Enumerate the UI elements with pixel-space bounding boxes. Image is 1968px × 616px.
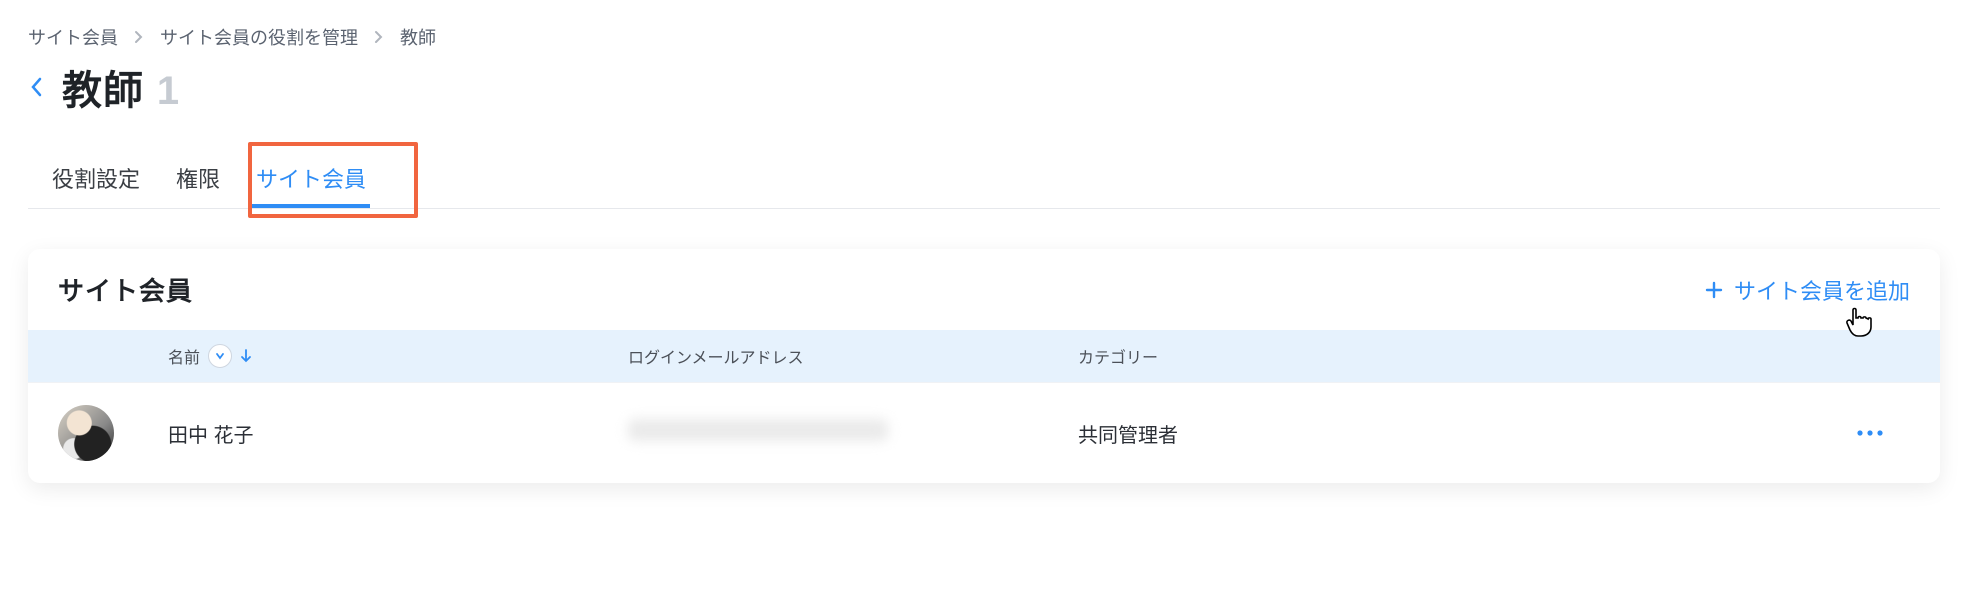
page-title-row: 教師 1: [28, 58, 1940, 116]
column-header-email[interactable]: ログインメールアドレス: [628, 344, 1078, 368]
tab-permissions[interactable]: 権限: [172, 152, 224, 208]
cell-name[interactable]: 田中 花子: [168, 419, 628, 448]
column-header-name[interactable]: 名前: [168, 344, 628, 368]
add-site-member-button[interactable]: サイト会員を追加: [1704, 274, 1910, 306]
add-site-member-label: サイト会員を追加: [1734, 274, 1910, 306]
tabs: 役割設定 権限 サイト会員: [28, 152, 1940, 209]
chevron-right-icon: [134, 30, 144, 44]
column-header-name-label: 名前: [168, 344, 200, 368]
arrow-down-icon: [240, 348, 252, 364]
breadcrumb-item-site-members[interactable]: サイト会員: [28, 24, 118, 50]
redacted-email: [628, 419, 888, 441]
chevron-right-icon: [374, 30, 384, 44]
plus-icon: [1704, 280, 1724, 300]
breadcrumb-item-teacher: 教師: [400, 24, 436, 50]
table-row: 田中 花子 共同管理者: [28, 382, 1940, 483]
breadcrumb-item-manage-roles[interactable]: サイト会員の役割を管理: [160, 24, 358, 50]
tab-site-members[interactable]: サイト会員: [252, 152, 370, 208]
page-title: 教師 1: [62, 58, 179, 116]
panel-header: サイト会員 サイト会員を追加: [28, 249, 1940, 330]
sort-toggle[interactable]: [208, 344, 232, 368]
cell-category: 共同管理者: [1078, 419, 1830, 448]
row-more-button[interactable]: [1856, 429, 1884, 437]
column-header-category[interactable]: カテゴリー: [1078, 344, 1830, 368]
cell-email: [628, 419, 1078, 447]
breadcrumb: サイト会員 サイト会員の役割を管理 教師: [28, 24, 1940, 50]
page-title-count: 1: [157, 69, 179, 113]
panel-title: サイト会員: [58, 271, 193, 308]
back-button[interactable]: [28, 76, 44, 98]
page-title-label: 教師: [62, 69, 144, 113]
tab-role-settings[interactable]: 役割設定: [48, 152, 144, 208]
avatar[interactable]: [58, 405, 114, 461]
members-panel: サイト会員 サイト会員を追加 名前: [28, 249, 1940, 483]
table-header: 名前 ログインメールアドレス カテゴリー: [28, 330, 1940, 382]
